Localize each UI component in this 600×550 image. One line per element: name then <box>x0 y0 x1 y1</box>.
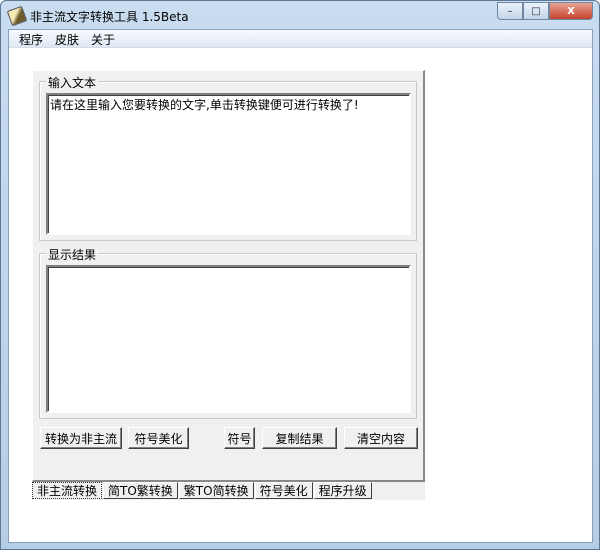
main-panel: 输入文本 请在这里输入您要转换的文字,单击转换键便可进行转换了! 显示结果 转换… <box>32 70 425 482</box>
app-window: 非主流文字转换工具 1.5Beta – □ X 程序 皮肤 关于 输入文本 请在… <box>0 0 600 550</box>
tab-symbol-beautify[interactable]: 符号美化 <box>254 482 313 499</box>
tab-bar: 非主流转换 简TO繁转换 繁TO简转换 符号美化 程序升级 <box>32 482 425 500</box>
clear-button[interactable]: 清空内容 <box>344 427 418 449</box>
maximize-button[interactable]: □ <box>523 2 549 20</box>
tab-upgrade[interactable]: 程序升级 <box>313 482 372 499</box>
input-textarea[interactable]: 请在这里输入您要转换的文字,单击转换键便可进行转换了! <box>46 93 411 235</box>
client-area: 程序 皮肤 关于 输入文本 请在这里输入您要转换的文字,单击转换键便可进行转换了… <box>8 29 593 543</box>
title-bar: 非主流文字转换工具 1.5Beta <box>6 5 189 27</box>
tab-simp-to-trad[interactable]: 简TO繁转换 <box>103 482 178 499</box>
tab-nonmainstream[interactable]: 非主流转换 <box>32 482 103 499</box>
result-textarea[interactable] <box>46 265 411 413</box>
tab-trad-to-simp[interactable]: 繁TO简转换 <box>178 482 254 499</box>
input-group: 输入文本 请在这里输入您要转换的文字,单击转换键便可进行转换了! <box>39 74 417 241</box>
close-button[interactable]: X <box>549 2 593 20</box>
menu-about[interactable]: 关于 <box>85 30 121 47</box>
input-group-label: 输入文本 <box>46 74 99 91</box>
menu-program[interactable]: 程序 <box>13 30 49 47</box>
beautify-button[interactable]: 符号美化 <box>128 427 189 449</box>
menu-bar: 程序 皮肤 关于 <box>9 30 592 48</box>
window-title: 非主流文字转换工具 1.5Beta <box>30 9 189 24</box>
copy-result-button[interactable]: 复制结果 <box>262 427 337 449</box>
convert-button[interactable]: 转换为非主流 <box>40 427 122 449</box>
result-group: 显示结果 <box>39 246 417 419</box>
minimize-button[interactable]: – <box>497 2 523 20</box>
app-pen-icon <box>6 5 28 27</box>
result-group-label: 显示结果 <box>46 246 99 263</box>
symbols-button[interactable]: 符号 <box>224 427 255 449</box>
menu-skin[interactable]: 皮肤 <box>49 30 85 47</box>
